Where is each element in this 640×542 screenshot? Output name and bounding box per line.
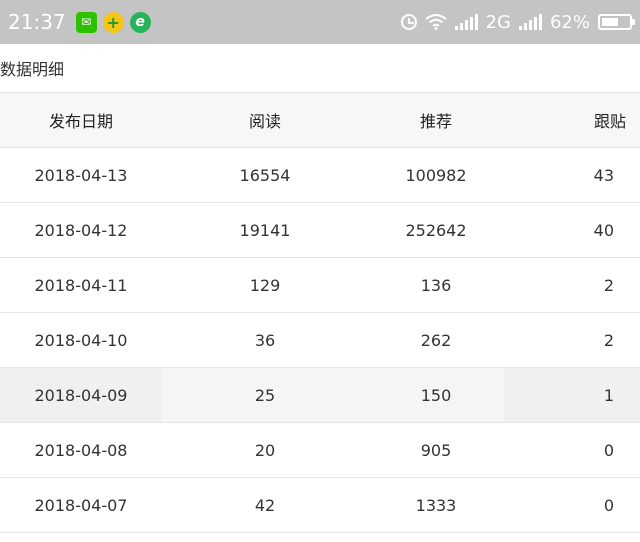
cell-reads: 19141 [239,220,291,240]
cell-comments: 43 [593,165,614,185]
cell-reads: 25 [162,368,368,422]
cell-comments: 2 [603,330,614,350]
battery-fill [602,18,619,26]
cell-comments: 0 [603,440,614,460]
cell-recommendations: 1333 [415,495,457,515]
cell-date: 2018-04-12 [34,220,128,240]
battery-percent: 62% [549,11,590,33]
cell-recommendations: 136 [420,275,452,295]
header-recommendations[interactable]: 推荐 [368,93,504,147]
cell-recommendations: 150 [368,368,504,422]
cell-comments: 2 [603,275,614,295]
header-comments[interactable]: 跟贴 [504,93,640,147]
status-right: 2G 62% [400,0,635,44]
cell-date: 2018-04-11 [34,275,128,295]
status-bar: 21:37 ✉ + e 2G 62% [0,0,640,44]
cell-comments: 0 [603,495,614,515]
status-time: 21:37 [8,10,66,34]
cell-date: 2018-04-08 [34,440,128,460]
network-type: 2G [485,11,511,33]
cell-date: 2018-04-13 [34,165,128,185]
status-left: 21:37 ✉ + e [8,0,151,44]
table-row[interactable]: 2018-04-07 42 1333 0 [0,478,640,533]
alarm-icon [400,14,417,30]
table-header-row: 发布日期 阅读 推荐 跟贴 [0,92,640,148]
cell-reads: 16554 [239,165,291,185]
data-table: 发布日期 阅读 推荐 跟贴 2018-04-13 16554 100982 43… [0,92,640,533]
battery-icon [598,14,635,30]
cell-reads: 20 [254,440,276,460]
cell-comments: 40 [593,220,614,240]
cell-comments: 1 [603,385,614,405]
table-row[interactable]: 2018-04-11 129 136 2 [0,258,640,313]
signal-icon [454,14,478,30]
cell-reads: 42 [254,495,276,515]
table-row[interactable]: 2018-04-13 16554 100982 43 [0,148,640,203]
header-publish-date[interactable]: 发布日期 [0,93,162,147]
table-row[interactable]: 2018-04-09 25 150 1 [0,368,640,423]
cell-recommendations: 262 [420,330,452,350]
table-row[interactable]: 2018-04-12 19141 252642 40 [0,203,640,258]
page-title: 数据明细 [0,60,65,79]
cell-reads: 36 [254,330,276,350]
signal-icon-2 [518,14,542,30]
cell-date: 2018-04-07 [34,495,128,515]
cell-reads: 129 [249,275,281,295]
cell-date: 2018-04-09 [34,385,128,405]
cell-recommendations: 100982 [405,165,467,185]
wifi-icon [424,14,447,30]
wechat-icon: ✉ [75,11,97,33]
header-reads[interactable]: 阅读 [162,93,368,147]
cell-recommendations: 905 [420,440,452,460]
table-row[interactable]: 2018-04-10 36 262 2 [0,313,640,368]
table-row[interactable]: 2018-04-08 20 905 0 [0,423,640,478]
cell-date: 2018-04-10 [34,330,128,350]
browser-e-icon: e [129,11,151,33]
plus-app-icon: + [102,11,124,33]
cell-recommendations: 252642 [405,220,467,240]
